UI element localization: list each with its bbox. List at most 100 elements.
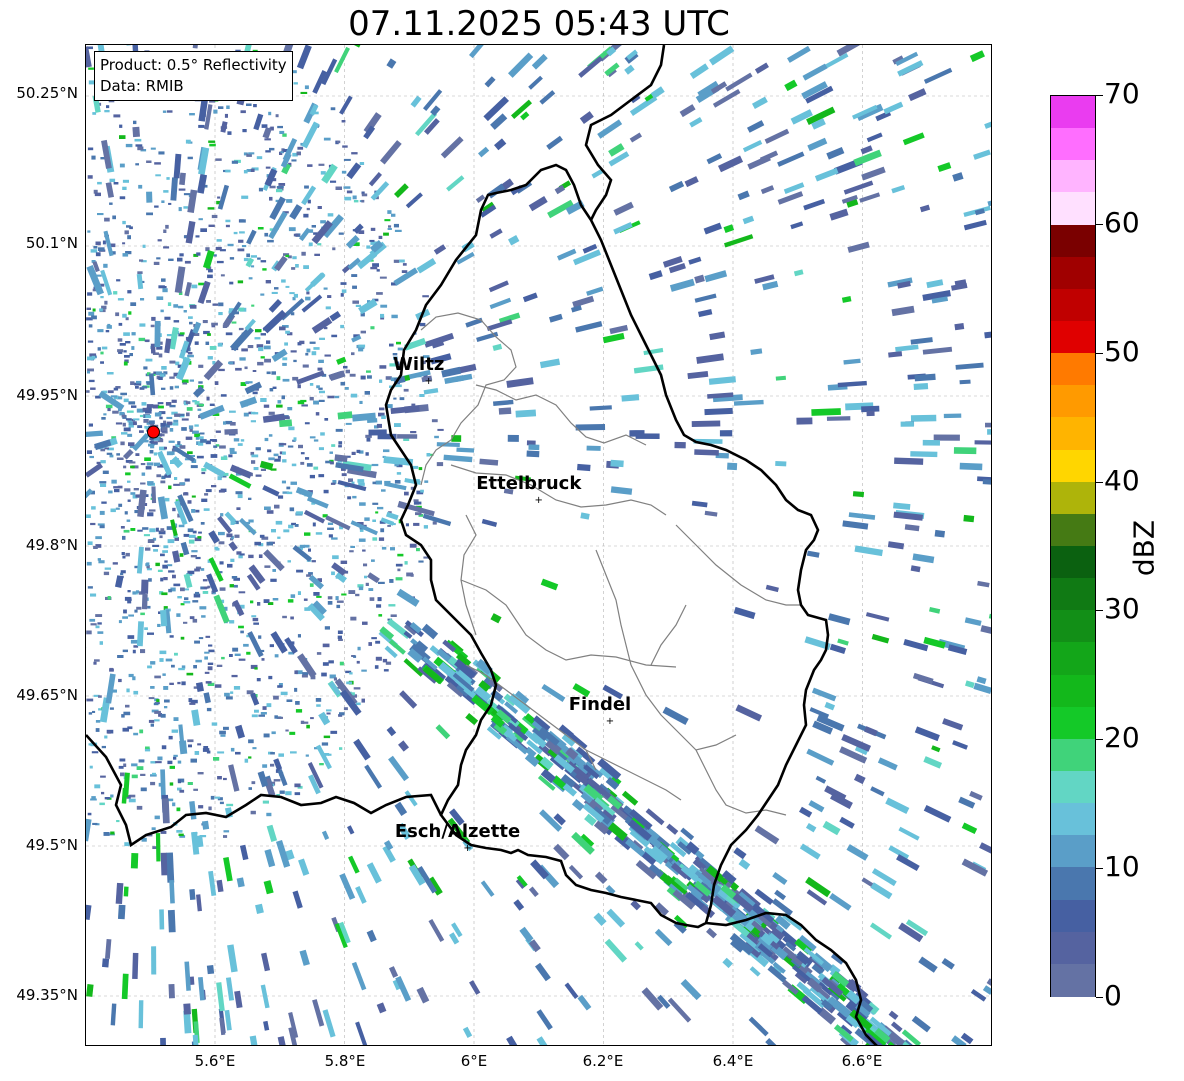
echo-cell [904,524,920,532]
echo-cell [211,214,218,219]
echo-cell [594,871,608,885]
echo-cell [345,387,349,390]
echo-cell [910,451,938,458]
echo-cell [161,745,167,750]
echo-cell [900,421,914,427]
echo-cell [183,193,190,196]
echo-cell [154,320,161,348]
echo-cell [113,114,121,118]
echo-cell [891,184,906,194]
echo-cell [203,461,226,478]
echo-cell [107,390,114,394]
echo-cell [105,182,114,198]
echo-cell [127,600,132,604]
radar-map[interactable]: + Wiltz + Ettelbruck + Findel + Esch/Alzette [85,44,992,1046]
echo-cell [865,612,890,622]
echo-cell [877,757,898,771]
echo-cell [271,291,278,294]
echo-cell [341,170,347,174]
echo-cell [356,449,361,453]
echo-cell [195,235,200,238]
echo-cell [124,842,130,847]
map-title: 07.11.2025 05:43 UTC [348,4,730,44]
echo-cell [118,503,123,507]
echo-cell [160,553,165,557]
echo-cell [854,545,883,557]
echo-cell [404,491,409,496]
echo-cell [643,347,664,356]
echo-cell [190,304,197,309]
echo-cell [194,751,200,755]
echo-cell [964,680,975,689]
echo-cell [674,441,686,449]
echo-cell [423,388,439,395]
echo-cell [121,787,128,804]
echo-cell [327,601,333,605]
echo-cell [177,441,181,445]
echo-cell [578,55,603,78]
echo-cell [364,575,368,579]
echo-cell [866,132,883,143]
echo-cell [898,826,920,841]
echo-cell [318,163,325,166]
echo-cell [150,723,154,727]
echo-cell [297,591,301,595]
echo-cell [264,168,278,187]
echo-cell [136,380,142,384]
echo-cell [910,565,921,573]
echo-cell [173,756,177,760]
echo-cell [629,132,642,143]
echo-cell [200,439,207,443]
echo-cell [285,330,290,334]
echo-cell [326,712,331,715]
echo-cell [167,110,173,113]
echo-cell [209,439,217,442]
colorbar-segment [1051,706,1095,740]
echo-cell [344,196,352,201]
echo-cell [127,433,133,437]
echo-cell [236,507,241,510]
echo-cell [203,508,210,511]
echo-cell [191,284,198,289]
echo-cell [410,431,417,434]
echo-cell [364,517,370,521]
echo-cell [331,334,338,338]
echo-cell [154,675,161,679]
echo-cell [330,107,336,111]
echo-cell [189,801,197,820]
echo-cell [814,167,839,182]
echo-cell [706,927,718,939]
echo-cell [180,587,185,592]
echo-cell [277,769,288,787]
echo-cell [130,302,137,306]
echo-cell [984,120,991,129]
echo-cell [116,453,120,456]
echo-cell [837,638,849,646]
echo-cell [225,169,231,173]
echo-cell [157,402,164,405]
echo-cell [703,222,723,235]
longitude-tick-label: 5.8°E [324,1052,366,1070]
echo-cell [275,520,283,525]
echo-cell [128,614,134,617]
echo-cell [154,462,160,467]
echo-cell [919,204,931,213]
echo-cell [289,731,296,735]
echo-cell [204,656,208,660]
echo-cell [128,798,136,803]
echo-cell [888,351,903,358]
echo-cell [187,782,193,785]
echo-cell [169,386,174,390]
echo-cell [152,772,156,775]
echo-cell [324,354,331,357]
echo-cell [240,630,244,634]
echo-cell [286,486,291,490]
echo-cell [173,583,181,587]
echo-cell [99,510,105,515]
echo-cell [706,153,723,165]
echo-cell [295,264,299,268]
echo-cell [266,340,271,344]
echo-cell [233,584,238,588]
echo-cell [147,665,152,669]
echo-cell [187,156,193,160]
